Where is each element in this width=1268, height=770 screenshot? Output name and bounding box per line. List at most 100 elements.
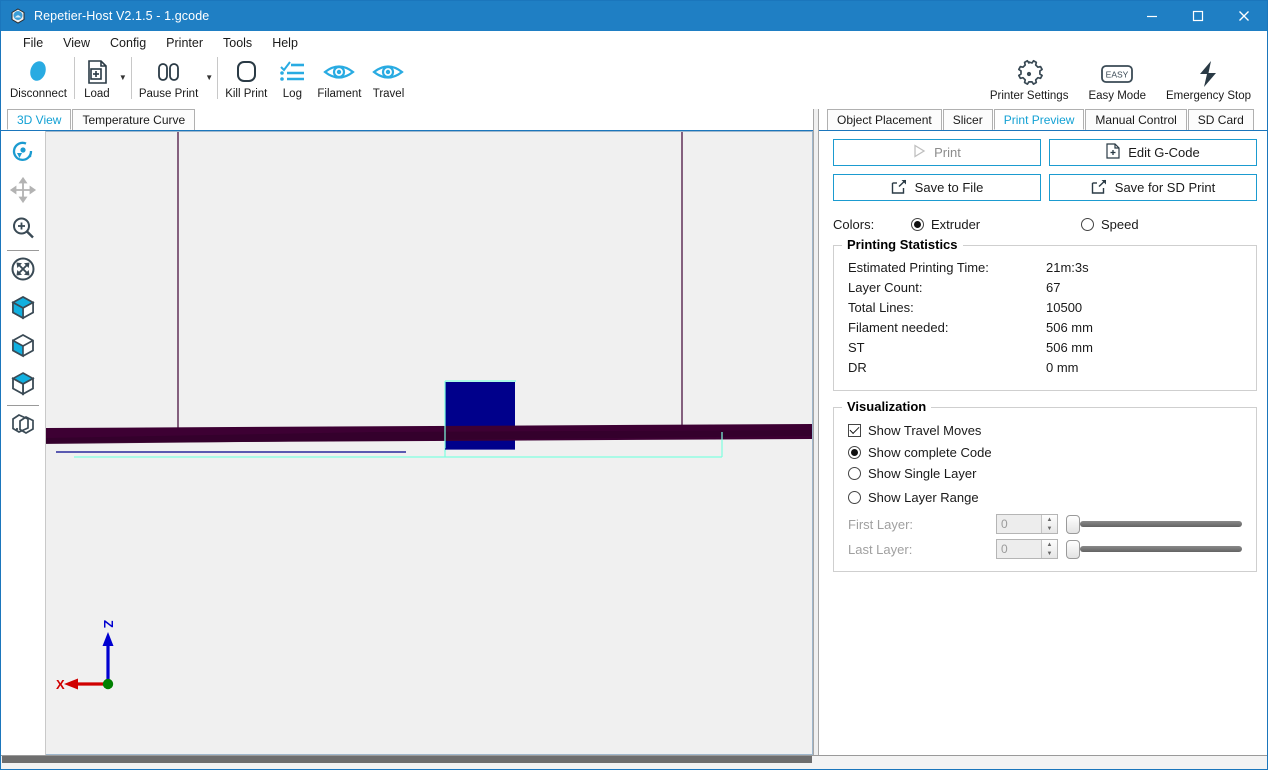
slider-thumb[interactable] <box>1066 539 1080 559</box>
slider-track <box>1080 521 1242 527</box>
view-mode-solid[interactable] <box>4 290 42 328</box>
export-icon <box>1091 179 1107 197</box>
stat-value: 67 <box>1046 280 1061 295</box>
tab-slicer[interactable]: Slicer <box>942 109 993 130</box>
last-layer-row: Last Layer: 0 ▲ ▼ <box>848 539 1244 559</box>
viewport-tabstrip: 3D View Temperature Curve <box>1 109 813 131</box>
title-bar: Repetier-Host V2.1.5 - 1.gcode <box>1 1 1267 31</box>
easy-mode-button[interactable]: EASY Easy Mode <box>1078 55 1156 102</box>
radio-dot-icon <box>848 491 861 504</box>
chevron-down-icon[interactable]: ▼ <box>1042 524 1057 533</box>
last-layer-stepper[interactable]: 0 ▲ ▼ <box>996 539 1058 559</box>
toolbar-disconnect-label: Disconnect <box>10 88 67 100</box>
chevron-down-icon[interactable]: ▼ <box>1042 549 1057 558</box>
last-layer-stepper-arrows[interactable]: ▲ ▼ <box>1041 540 1057 558</box>
toolbar-kill-print-button[interactable]: Kill Print <box>220 55 272 100</box>
toolbar-pause-print-button[interactable]: Pause Print <box>134 55 203 100</box>
stat-row: Total Lines: 10500 <box>848 298 1244 318</box>
last-layer-label: Last Layer: <box>848 541 913 557</box>
menu-tools[interactable]: Tools <box>213 33 262 53</box>
toolbar-separator <box>217 57 219 99</box>
toolbar-travel-button[interactable]: Travel <box>366 55 410 100</box>
expand-circle-icon <box>9 255 37 288</box>
chevron-up-icon[interactable]: ▲ <box>1042 540 1057 549</box>
cube-solid-icon <box>9 293 37 326</box>
main-toolbar: Disconnect Load ▼ Pause Print ▼ Kill Pri… <box>1 55 1267 109</box>
last-layer-slider[interactable] <box>1066 539 1244 559</box>
colors-speed-label: Speed <box>1101 216 1139 232</box>
tab-3d-view[interactable]: 3D View <box>7 109 72 130</box>
fit-to-view-tool[interactable] <box>4 252 42 290</box>
save-to-file-button[interactable]: Save to File <box>833 174 1041 201</box>
edit-gcode-button[interactable]: Edit G-Code <box>1049 139 1257 166</box>
zoom-view-tool[interactable] <box>4 211 42 249</box>
show-layer-range-row: Show Layer Range <box>848 490 1244 509</box>
show-single-layer-radio[interactable]: Show Single Layer <box>848 466 976 481</box>
colors-extruder-radio[interactable]: Extruder <box>911 217 1081 232</box>
visualization-group: Visualization Show Travel Moves Show com… <box>833 399 1257 572</box>
menu-file[interactable]: File <box>13 33 53 53</box>
stat-row: Filament needed: 506 mm <box>848 318 1244 338</box>
toolbar-log-button[interactable]: Log <box>272 55 312 100</box>
move-view-tool[interactable] <box>4 173 42 211</box>
save-for-sd-print-button-label: Save for SD Print <box>1114 180 1216 195</box>
toolbar-load-button[interactable]: Load <box>77 55 117 100</box>
3d-viewport[interactable]: Z X <box>46 131 813 755</box>
right-pane: Object Placement Slicer Print Preview Ma… <box>819 109 1267 755</box>
toolbar-log-label: Log <box>282 88 302 100</box>
magnifier-plus-icon <box>9 214 37 247</box>
toolbar-travel-label: Travel <box>372 88 405 100</box>
menu-config[interactable]: Config <box>100 33 156 53</box>
stat-row: Estimated Printing Time: 21m:3s <box>848 258 1244 278</box>
colors-extruder-label: Extruder <box>931 216 981 232</box>
show-layer-range-radio[interactable]: Show Layer Range <box>848 490 979 505</box>
colors-speed-radio[interactable]: Speed <box>1081 217 1139 232</box>
view-mode-shaded[interactable] <box>4 328 42 366</box>
stat-key: Filament needed: <box>848 320 949 335</box>
minimize-button[interactable] <box>1129 1 1175 31</box>
print-button[interactable]: Print <box>833 139 1041 166</box>
save-for-sd-print-button[interactable]: Save for SD Print <box>1049 174 1257 201</box>
show-travel-moves-checkbox[interactable]: Show Travel Moves <box>848 423 981 438</box>
menu-printer[interactable]: Printer <box>156 33 213 53</box>
multi-object-view[interactable] <box>4 407 42 445</box>
tab-manual-control[interactable]: Manual Control <box>1085 109 1187 130</box>
load-file-icon <box>83 57 111 87</box>
emergency-stop-label: Emergency Stop <box>1165 90 1251 102</box>
tab-print-preview[interactable]: Print Preview <box>993 109 1085 130</box>
slider-thumb[interactable] <box>1066 514 1080 534</box>
toolbar-load-dropdown-arrow[interactable]: ▼ <box>117 73 129 82</box>
tab-object-placement[interactable]: Object Placement <box>827 109 942 130</box>
view-mode-open[interactable] <box>4 366 42 404</box>
menu-view[interactable]: View <box>53 33 100 53</box>
chevron-up-icon[interactable]: ▲ <box>1042 515 1057 524</box>
stat-value: 21m:3s <box>1046 260 1089 275</box>
rotate-view-tool[interactable] <box>4 135 42 173</box>
easy-mode-label: Easy Mode <box>1088 90 1146 102</box>
maximize-button[interactable] <box>1175 1 1221 31</box>
left-pane: 3D View Temperature Curve Z X <box>1 109 813 755</box>
cube-open-icon <box>9 369 37 402</box>
radio-dot-icon <box>848 467 861 480</box>
close-button[interactable] <box>1221 1 1267 31</box>
pause-icon <box>153 57 185 87</box>
menu-help[interactable]: Help <box>262 33 308 53</box>
printer-settings-button[interactable]: Printer Settings <box>980 55 1079 102</box>
first-layer-slider[interactable] <box>1066 514 1244 534</box>
first-layer-stepper[interactable]: 0 ▲ ▼ <box>996 514 1058 534</box>
horizontal-scrollbar[interactable] <box>2 756 812 763</box>
toolbar-pause-dropdown-arrow[interactable]: ▼ <box>203 73 215 82</box>
first-layer-stepper-arrows[interactable]: ▲ ▼ <box>1041 515 1057 533</box>
viewport-wrap: Z X <box>1 131 813 755</box>
stat-value: 10500 <box>1046 300 1083 315</box>
toolbar-disconnect-button[interactable]: Disconnect <box>5 55 72 100</box>
emergency-stop-button[interactable]: Emergency Stop <box>1156 55 1261 102</box>
move-arrows-icon <box>9 176 37 209</box>
action-button-row-2: Save to File Save for SD Print <box>833 174 1257 201</box>
toolbar-filament-button[interactable]: Filament <box>312 55 366 100</box>
toolbar-separator <box>73 57 75 99</box>
tab-sd-card[interactable]: SD Card <box>1187 109 1254 130</box>
toolbar-load-label: Load <box>84 88 110 100</box>
tab-temperature-curve[interactable]: Temperature Curve <box>72 109 196 130</box>
show-complete-code-radio[interactable]: Show complete Code <box>848 445 992 460</box>
